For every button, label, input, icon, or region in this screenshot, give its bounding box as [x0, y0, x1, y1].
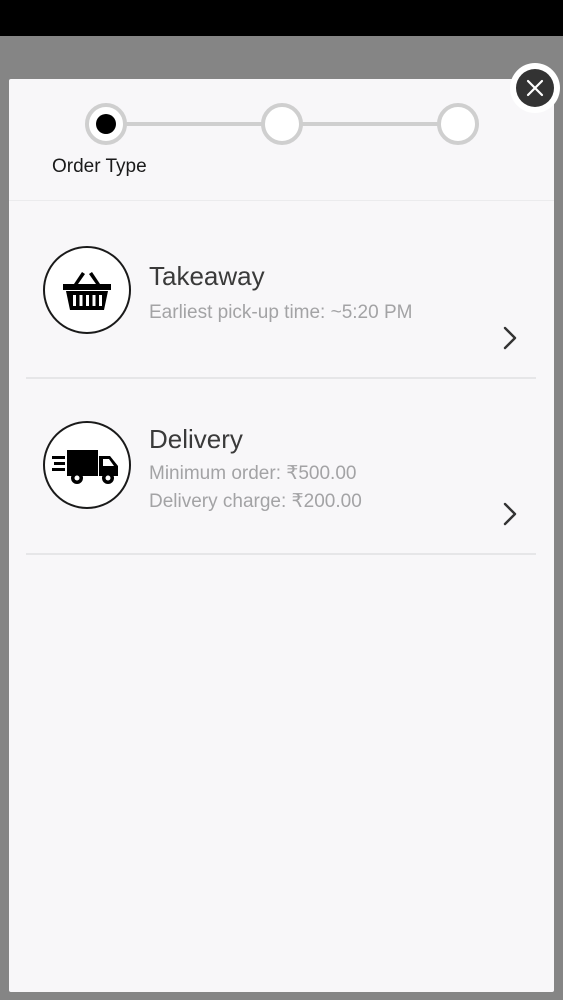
close-button[interactable]: [510, 63, 560, 113]
takeaway-pickup-time: Earliest pick-up time: ~5:20 PM: [149, 302, 413, 323]
step-connector-1: [126, 122, 266, 126]
takeaway-title: Takeaway: [149, 261, 265, 291]
status-bar: [0, 0, 563, 36]
takeaway-option[interactable]: Takeaway Earliest pick-up time: ~5:20 PM: [26, 201, 536, 379]
step-label: Order Type: [52, 156, 147, 177]
close-icon: [516, 69, 554, 107]
chevron-right-icon: [500, 323, 520, 353]
delivery-minimum-order: Minimum order: ₹500.00: [149, 463, 357, 484]
delivery-charge: Delivery charge: ₹200.00: [149, 491, 362, 512]
order-type-modal: Order Type Takeaway Earliest pick-up tim…: [9, 79, 554, 992]
step-1-indicator-active: [85, 103, 127, 145]
step-3-indicator: [437, 103, 479, 145]
chevron-right-icon: [500, 499, 520, 529]
delivery-van-icon: [43, 421, 131, 509]
delivery-title: Delivery: [149, 424, 243, 454]
delivery-option[interactable]: Delivery Minimum order: ₹500.00 Delivery…: [26, 379, 536, 555]
step-1-fill: [96, 114, 116, 134]
step-2-indicator: [261, 103, 303, 145]
step-connector-2: [302, 122, 438, 126]
basket-icon: [43, 246, 131, 334]
order-stepper: Order Type: [9, 79, 554, 201]
